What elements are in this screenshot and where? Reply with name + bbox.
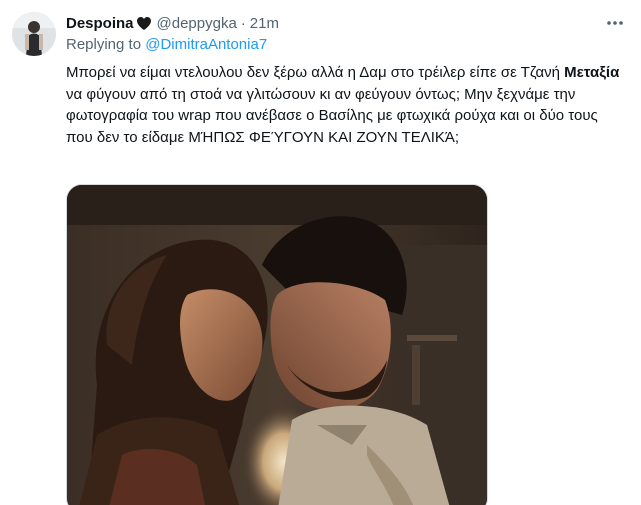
reply-mention-link[interactable]: @DimitraAntonia7 [145,36,267,53]
tweet-media-photo[interactable] [66,184,488,505]
tweet-content: Despoina @deppygka · 21m Replying to @Di… [66,12,626,148]
tweet-text-part2: να φύγουν από τη στοά να γλιτώσουν κι αν… [66,85,598,146]
timestamp[interactable]: 21m [250,15,279,32]
photo-image [67,185,487,505]
replying-to-label: Replying to [66,36,146,53]
tweet-header: Despoina @deppygka · 21m [66,12,626,34]
tweet-text: Μπορεί να είμαι ντελουλου δεν ξέρω αλλά … [66,62,621,148]
more-options-icon[interactable] [604,14,626,32]
user-handle[interactable]: @deppygka [157,15,237,32]
avatar[interactable] [12,12,56,56]
tweet: Despoina @deppygka · 21m Replying to @Di… [0,0,641,505]
tweet-text-bold: Μεταξία [564,64,620,81]
replying-to: Replying to @DimitraAntonia7 [66,36,626,56]
separator-dot: · [240,14,246,32]
display-name[interactable]: Despoina [66,15,134,32]
black-heart-icon [136,16,151,30]
avatar-image [12,12,56,56]
tweet-text-part1: Μπορεί να είμαι ντελουλου δεν ξέρω αλλά … [66,64,565,81]
